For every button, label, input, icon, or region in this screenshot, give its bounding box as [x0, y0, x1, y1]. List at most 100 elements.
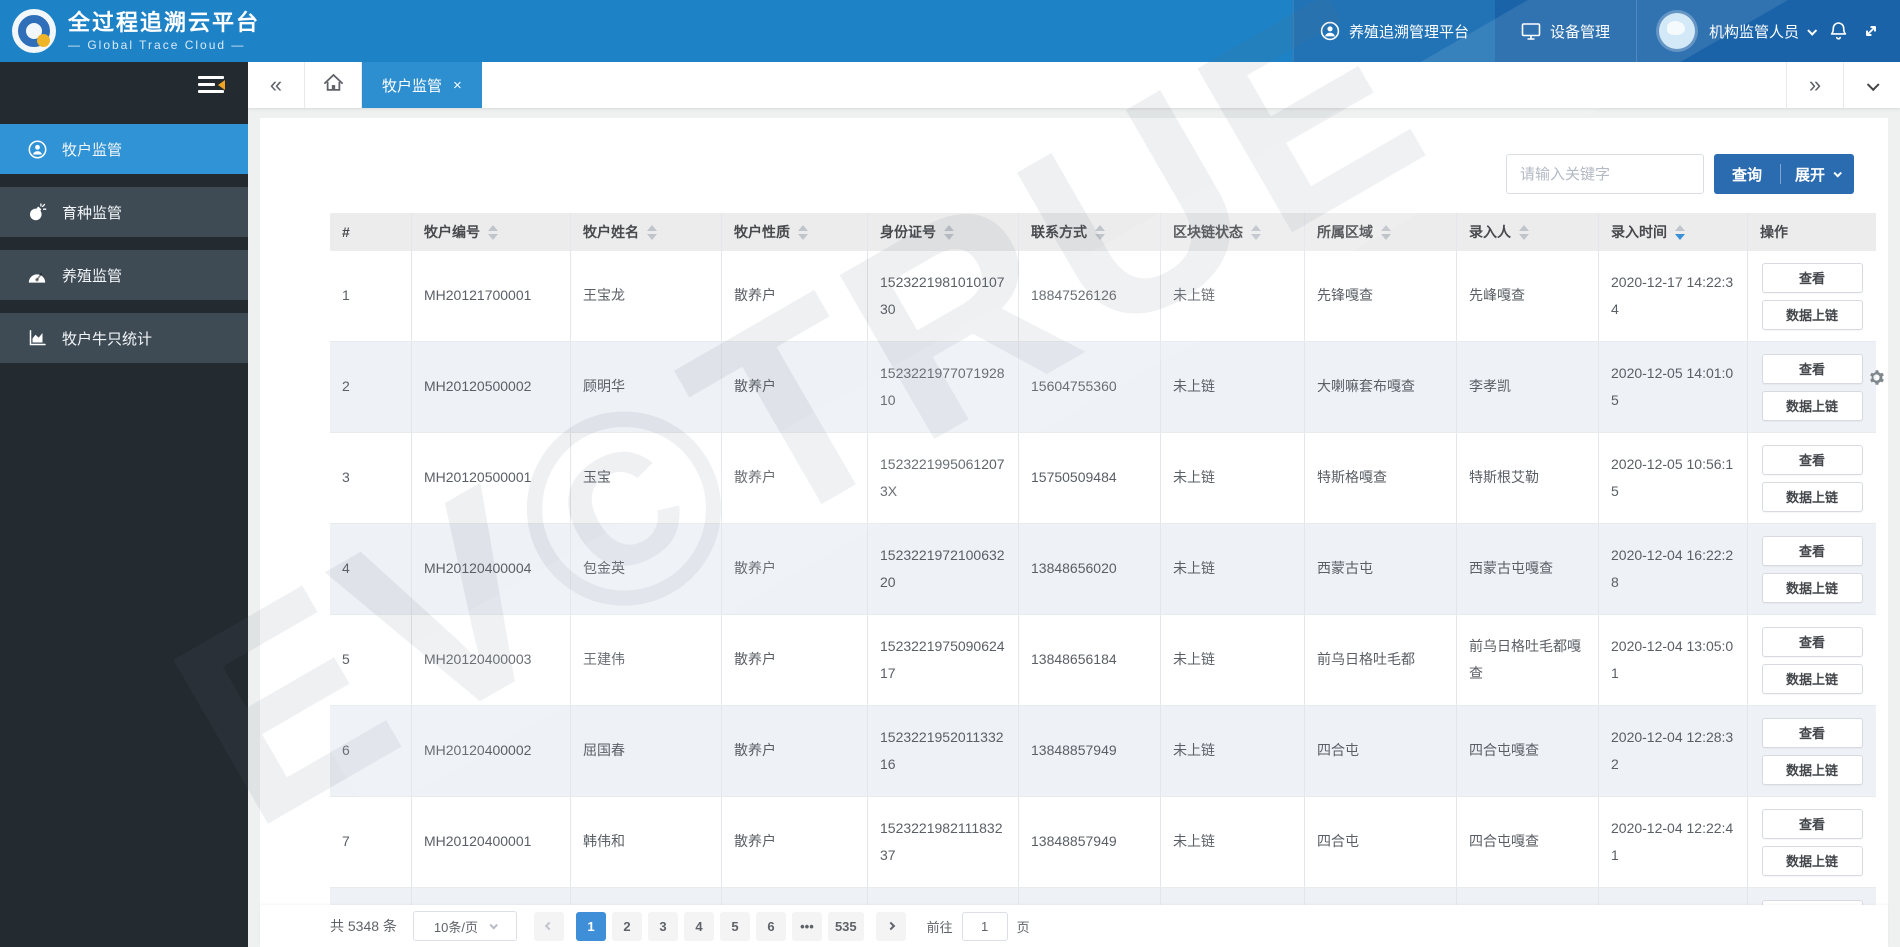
chain-upload-button[interactable]: 数据上链 — [1761, 481, 1863, 512]
cell-nature: 散养户 — [721, 615, 867, 705]
cell-nature: 散养户 — [721, 888, 867, 905]
sidebar-item-养殖监管[interactable]: 养殖监管 — [0, 250, 248, 300]
cell-phone: 15604755360 — [1018, 342, 1160, 432]
close-icon[interactable]: × — [453, 77, 462, 94]
page-button-4[interactable]: 4 — [683, 911, 714, 941]
top-nav-item[interactable]: 设备管理 — [1495, 0, 1636, 62]
chain-upload-button[interactable]: 数据上链 — [1761, 390, 1863, 421]
cell-id_card: 152322198211183237 — [867, 797, 1018, 887]
column-settings-gear-icon[interactable] — [1867, 368, 1886, 392]
farming-gauge-icon — [27, 267, 47, 284]
avatar[interactable] — [1658, 13, 1695, 49]
query-button[interactable]: 查询 — [1714, 164, 1780, 185]
top-nav-items: 养殖追溯管理平台 设备管理 — [1292, 0, 1636, 62]
expand-button[interactable]: 展开 — [1781, 164, 1854, 185]
view-button[interactable]: 查看 — [1761, 262, 1863, 293]
user-menu[interactable]: 机构监管人员 — [1709, 21, 1818, 42]
tab-herder-supervision[interactable]: 牧户监管 × — [362, 62, 482, 108]
tab-label: 牧户监管 — [382, 77, 443, 95]
app-title: 全过程追溯云平台 — [68, 9, 261, 35]
cell-region: 四合屯 — [1304, 706, 1456, 796]
chain-upload-button[interactable]: 数据上链 — [1761, 754, 1863, 785]
page-buttons: 1 2 3 4 5 6 ••• 535 — [573, 911, 867, 941]
page-button-1[interactable]: 1 — [575, 911, 606, 941]
page-button-6[interactable]: 6 — [755, 911, 786, 941]
table-row: 8MH20120300008包玉白散养户15232219790311514482… — [330, 888, 1876, 905]
table-column-header[interactable]: 所属区域 — [1304, 213, 1456, 251]
cell-name: 韩伟和 — [570, 797, 721, 887]
page-button-3[interactable]: 3 — [647, 911, 678, 941]
next-page-button[interactable] — [875, 911, 906, 941]
more-pages-button[interactable]: ••• — [791, 911, 822, 941]
view-button[interactable]: 查看 — [1761, 353, 1863, 384]
sort-carets-icon — [798, 224, 808, 240]
sidebar-item-育种监管[interactable]: 育种监管 — [0, 187, 248, 237]
cell-name: 包玉白 — [570, 888, 721, 905]
page-button-2[interactable]: 2 — [611, 911, 642, 941]
cell-index: 1 — [342, 287, 350, 304]
table-column-header[interactable]: 联系方式 — [1018, 213, 1160, 251]
cell-region: 西蒙古屯 — [1304, 524, 1456, 614]
cell-chain_status: 未上链 — [1160, 706, 1304, 796]
sidebar-item-牧户牛只统计[interactable]: 牧户牛只统计 — [0, 313, 248, 363]
home-icon — [323, 72, 344, 98]
chain-upload-button[interactable]: 数据上链 — [1761, 663, 1863, 694]
bell-icon[interactable] — [1829, 21, 1848, 41]
cell-chain_status: 未上链 — [1160, 251, 1304, 341]
view-button[interactable]: 查看 — [1761, 717, 1863, 748]
fullscreen-icon[interactable] — [1862, 22, 1880, 40]
tabs-scroll-left-button[interactable]: « — [248, 62, 305, 108]
cell-chain_status: 未上链 — [1160, 433, 1304, 523]
sidebar: 牧户监管 育种监管 养殖监管 牧户牛只统计 — [0, 62, 248, 947]
table-column-header[interactable]: 录入时间 — [1598, 213, 1747, 251]
view-button[interactable]: 查看 — [1761, 808, 1863, 839]
table-column-header[interactable]: 区块链状态 — [1160, 213, 1304, 251]
monitor-icon — [1521, 22, 1541, 41]
cell-id_card: 152322197707192810 — [867, 342, 1018, 432]
double-chevron-right-icon: » — [1808, 72, 1822, 97]
tabs-menu-button[interactable] — [1843, 62, 1900, 108]
page-size-select[interactable]: 10条/页 — [412, 911, 517, 941]
chain-upload-button[interactable]: 数据上链 — [1761, 845, 1863, 876]
cell-id_card: 15232219950612073X — [867, 433, 1018, 523]
table-column-header[interactable]: 牧户性质 — [721, 213, 867, 251]
cell-actions: 查看数据上链 — [1747, 888, 1876, 905]
view-button[interactable]: 查看 — [1761, 444, 1863, 475]
cell-id_card: 152322197210063220 — [867, 524, 1018, 614]
home-tab-button[interactable] — [305, 62, 362, 108]
table-column-header[interactable]: 牧户编号 — [411, 213, 570, 251]
cell-index: 8 — [330, 888, 411, 905]
page-button-5[interactable]: 5 — [719, 911, 750, 941]
table-body: 1 MH20121700001 王宝龙 散养户 152322198101010730 18… — [330, 251, 1876, 905]
cell-index: 4 — [342, 560, 350, 577]
sidebar-menu: 牧户监管 育种监管 养殖监管 牧户牛只统计 — [0, 124, 248, 363]
cell-nature: 散养户 — [721, 251, 867, 341]
chain-upload-button[interactable]: 数据上链 — [1761, 299, 1863, 330]
goto-label: 前往 — [926, 919, 953, 935]
page-button-535[interactable]: 535 — [827, 911, 864, 941]
tabs-scroll-right-button[interactable]: » — [1786, 62, 1843, 108]
table-header-row: # 牧户编号 牧户姓名 牧户性质 身份证号 联系方式 区块链状态 所属区域 录入… — [330, 213, 1876, 251]
sort-carets-icon — [488, 224, 498, 240]
view-button[interactable]: 查看 — [1761, 626, 1863, 657]
page-unit-label: 页 — [1016, 919, 1030, 935]
cell-region: 特斯格嘎查 — [1304, 433, 1456, 523]
top-nav-item[interactable]: 养殖追溯管理平台 — [1293, 0, 1495, 62]
chevron-down-icon — [1866, 77, 1880, 91]
table-column-header[interactable]: 录入人 — [1456, 213, 1598, 251]
table-column-header[interactable]: 身份证号 — [867, 213, 1018, 251]
sidebar-collapse-button[interactable] — [0, 62, 248, 106]
goto-page-input[interactable] — [961, 911, 1008, 941]
table-row: 4 MH20120400004 包金英 散养户 152322197210063220 13… — [330, 524, 1876, 615]
query-expand-button: 查询 展开 — [1713, 154, 1854, 194]
cell-region: 大喇嘛套布嘎查 — [1304, 342, 1456, 432]
prev-page-button[interactable] — [533, 911, 564, 941]
sidebar-item-牧户监管[interactable]: 牧户监管 — [0, 124, 248, 174]
chain-upload-button[interactable]: 数据上链 — [1761, 572, 1863, 603]
table-column-header[interactable]: 牧户姓名 — [570, 213, 721, 251]
cell-id: MH20120500002 — [411, 342, 570, 432]
search-input[interactable] — [1505, 154, 1704, 194]
tabbar: « 牧户监管 × » — [248, 62, 1900, 108]
view-button[interactable]: 查看 — [1761, 535, 1863, 566]
cell-recorder: 吉珠日河 — [1456, 888, 1598, 905]
